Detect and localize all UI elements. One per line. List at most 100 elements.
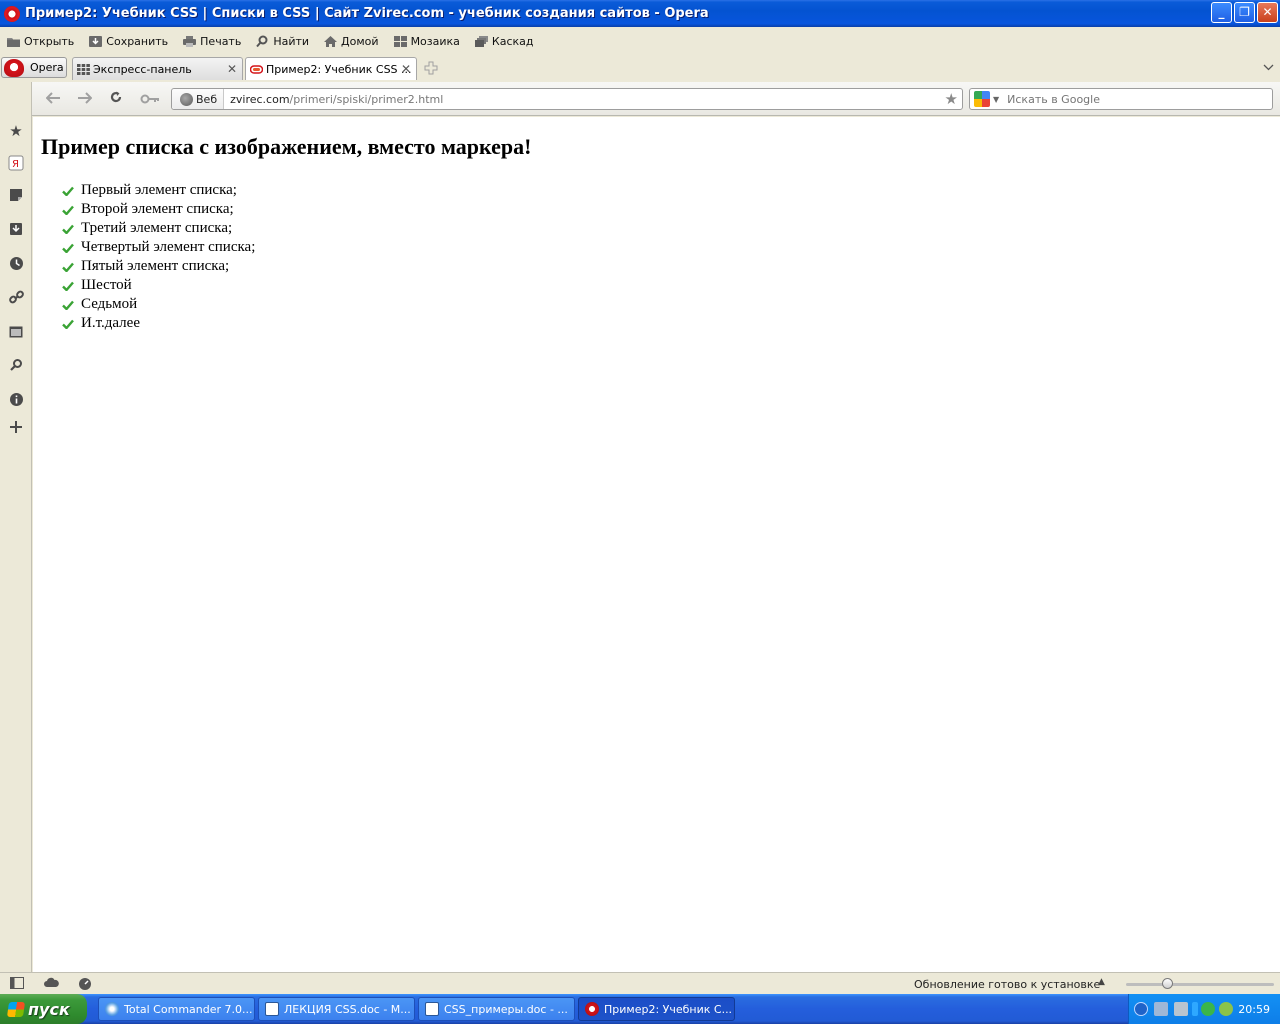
opera-turbo-gauge-icon[interactable]: [78, 977, 92, 990]
volume-icon[interactable]: [1192, 1002, 1198, 1016]
minimize-button[interactable]: _: [1211, 2, 1232, 23]
bookmarks-star-icon[interactable]: ★: [7, 122, 25, 140]
network-icon[interactable]: [1154, 1002, 1168, 1016]
tab-list-chevron-icon[interactable]: [1263, 63, 1274, 74]
tab-label: Экспресс-панель: [93, 62, 192, 76]
window-title-bar[interactable]: Пример2: Учебник CSS | Списки в CSS | Са…: [0, 0, 1280, 27]
google-engine-icon[interactable]: [974, 91, 990, 107]
svg-text:Я: Я: [12, 159, 19, 170]
reload-button[interactable]: [107, 90, 125, 108]
zoom-slider[interactable]: [1126, 983, 1274, 986]
info-icon[interactable]: [7, 392, 25, 410]
back-button[interactable]: [44, 90, 62, 108]
bookmark-star-icon[interactable]: ★: [945, 90, 958, 108]
restore-button[interactable]: ❐: [1234, 2, 1255, 23]
taskbar-item-word-examples[interactable]: CSS_примеры.doc - ...: [418, 997, 575, 1021]
tray-app-icon[interactable]: [1219, 1002, 1233, 1016]
save-label: Сохранить: [106, 34, 169, 48]
downloads-icon[interactable]: [7, 222, 25, 240]
arrow-right-icon: [77, 92, 92, 104]
search-box[interactable]: ▼: [969, 88, 1273, 110]
opera-menu-button[interactable]: Opera: [1, 57, 67, 78]
tile-button[interactable]: Мозаика: [393, 35, 460, 48]
clock[interactable]: 20:59: [1238, 1003, 1270, 1016]
reload-icon: [110, 91, 122, 103]
task-label: ЛЕКЦИЯ CSS.doc - M...: [284, 1002, 411, 1016]
save-icon: [89, 35, 103, 47]
start-button[interactable]: пуск: [0, 994, 87, 1024]
checkmark-icon: [62, 281, 74, 291]
navigation-bar: Веб zvirec.com/primeri/spiski/primer2.ht…: [32, 82, 1280, 116]
folder-icon: [7, 37, 20, 47]
checkmark-icon: [62, 186, 74, 196]
wand-key-button[interactable]: [138, 90, 162, 108]
address-bar[interactable]: Веб zvirec.com/primeri/spiski/primer2.ht…: [171, 88, 963, 110]
find-button[interactable]: Найти: [255, 35, 309, 48]
search-panel-icon[interactable]: [7, 358, 25, 376]
list-item-text: Пятый элемент списка;: [81, 258, 230, 274]
print-label: Печать: [200, 34, 242, 48]
opera-unite-cloud-icon[interactable]: [44, 977, 59, 990]
windows-panel-icon[interactable]: [7, 324, 25, 342]
chevron-down-icon[interactable]: ▼: [993, 95, 999, 104]
opera-app-icon[interactable]: [4, 5, 20, 22]
side-panel: ★ Я: [0, 82, 32, 972]
save-button[interactable]: Сохранить: [88, 35, 168, 48]
key-icon: [140, 94, 159, 104]
list-item: Первый элемент списка;: [62, 181, 255, 200]
opera-menu-label: Opera: [30, 61, 64, 74]
list-item-text: Первый элемент списка;: [81, 182, 237, 198]
zoom-slider-handle[interactable]: [1161, 978, 1173, 989]
update-status-text[interactable]: Обновление готово к установке: [914, 978, 1100, 991]
yandex-icon[interactable]: Я: [7, 155, 25, 173]
history-clock-icon[interactable]: [7, 256, 25, 274]
globe-icon: [180, 92, 193, 106]
list-item-text: Шестой: [81, 277, 132, 293]
checkmark-icon: [62, 243, 74, 253]
list-item-text: Третий элемент списка;: [81, 220, 233, 236]
windows-flag-icon: [6, 1001, 26, 1017]
windows-taskbar: пуск Total Commander 7.0... ЛЕКЦИЯ CSS.d…: [0, 994, 1280, 1024]
main-toolbar: Открыть Сохранить Печать Найти Домой Моз…: [0, 27, 1280, 55]
url-text[interactable]: zvirec.com/primeri/spiski/primer2.html: [224, 93, 443, 106]
notes-icon[interactable]: [7, 188, 25, 206]
cascade-button[interactable]: Каскад: [474, 35, 534, 48]
forward-button[interactable]: [75, 90, 93, 108]
close-button[interactable]: ✕: [1257, 2, 1278, 23]
new-tab-button[interactable]: [423, 61, 439, 77]
chevron-up-icon[interactable]: ▲: [1098, 977, 1105, 987]
add-panel-plus-icon[interactable]: [7, 419, 25, 437]
open-label: Открыть: [24, 34, 75, 48]
home-icon: [324, 35, 338, 47]
arrow-left-icon: [45, 92, 60, 104]
open-button[interactable]: Открыть: [6, 35, 74, 48]
tile-icon: [393, 35, 407, 47]
task-label: Total Commander 7.0...: [124, 1002, 253, 1016]
list-item-text: Второй элемент списка;: [81, 201, 234, 217]
tray-expand-chevron-icon[interactable]: [1134, 1002, 1148, 1016]
tab-close-icon[interactable]: ✕: [401, 62, 411, 76]
taskbar-item-word-lecture[interactable]: ЛЕКЦИЯ CSS.doc - M...: [258, 997, 415, 1021]
site-favicon-icon: [250, 64, 263, 74]
list-item: Четвертый элемент списка;: [62, 238, 255, 257]
tab-current[interactable]: Пример2: Учебник CSS ... ✕: [245, 57, 417, 80]
url-path: /primeri/spiski/primer2.html: [289, 92, 444, 106]
plus-icon: [424, 61, 438, 75]
checkmark-icon: [62, 300, 74, 310]
checkmark-icon: [62, 205, 74, 215]
network-connection-icon[interactable]: [1174, 1002, 1188, 1016]
antivirus-icon[interactable]: [1201, 1002, 1215, 1016]
site-info-badge[interactable]: Веб: [172, 89, 225, 109]
tab-close-icon[interactable]: ✕: [227, 62, 237, 76]
tab-speed-dial[interactable]: Экспресс-панель ✕: [72, 57, 243, 80]
print-button[interactable]: Печать: [182, 35, 241, 48]
toggle-panel-icon[interactable]: [10, 977, 24, 990]
search-icon: [256, 35, 268, 47]
find-label: Найти: [273, 34, 310, 48]
taskbar-item-total-commander[interactable]: Total Commander 7.0...: [98, 997, 255, 1021]
links-icon[interactable]: [7, 290, 25, 308]
status-bar: Обновление готово к установке ▲: [0, 972, 1280, 994]
home-button[interactable]: Домой: [323, 35, 379, 48]
search-input[interactable]: [1007, 92, 1238, 106]
taskbar-item-opera[interactable]: Пример2: Учебник С...: [578, 997, 735, 1021]
